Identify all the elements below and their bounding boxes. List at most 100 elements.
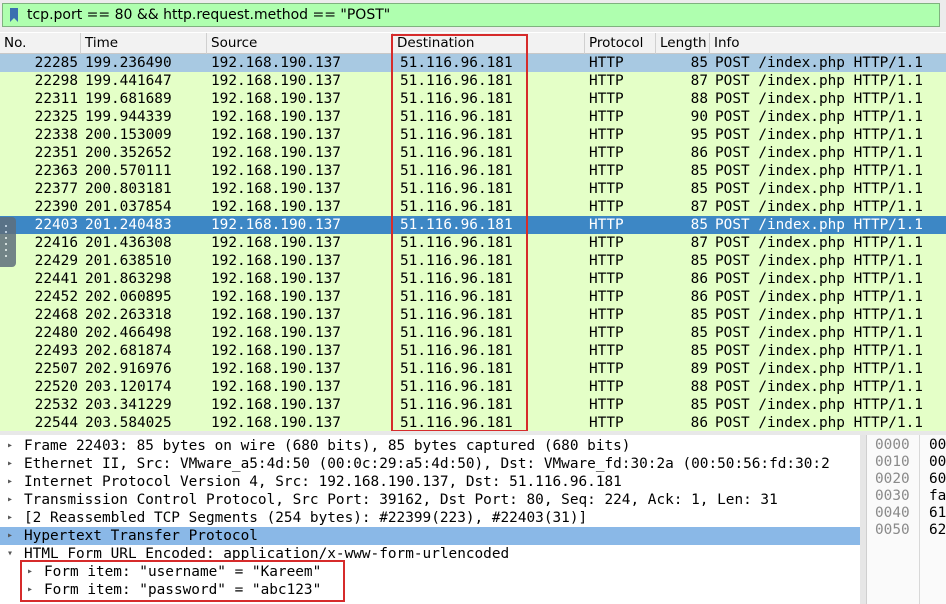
packet-row[interactable]: 22429 201.638510 192.168.190.137 51.116.96.…	[0, 252, 946, 270]
packet-no: 22544	[34, 415, 78, 431]
packet-row[interactable]: 22363 200.570111 192.168.190.137 51.116.96.…	[0, 162, 946, 180]
packet-row[interactable]: 22441 201.863298 192.168.190.137 51.116.96.…	[0, 270, 946, 288]
packet-no: 22325	[34, 109, 78, 125]
packet-info: POST /index.php HTTP/1.1	[715, 379, 923, 395]
packet-row[interactable]: 22544 203.584025 192.168.190.137 51.116.96.…	[0, 414, 946, 431]
column-header-info[interactable]: Info	[710, 33, 946, 54]
packet-length: 90	[690, 109, 708, 125]
frame-scroll-handle[interactable]	[0, 217, 16, 267]
packet-protocol: HTTP	[589, 91, 624, 107]
column-header-protocol[interactable]: Protocol	[585, 33, 656, 54]
packet-destination: 51.116.96.181	[400, 145, 513, 161]
packet-details-pane[interactable]: ▸ Frame 22403: 85 bytes on wire (680 bits…	[0, 435, 860, 604]
hex-bytes[interactable]: 00	[929, 454, 946, 471]
hex-bytes[interactable]: 00	[929, 437, 946, 454]
packet-time: 203.120174	[85, 379, 172, 395]
hex-offset: 0050	[875, 522, 910, 538]
packet-no: 22493	[34, 343, 78, 359]
packet-protocol: HTTP	[589, 217, 624, 233]
packet-row[interactable]: 22351 200.352652 192.168.190.137 51.116.96.…	[0, 144, 946, 162]
packet-time: 200.352652	[85, 145, 172, 161]
column-header-destination[interactable]: Destination	[393, 33, 585, 54]
hex-bytes[interactable]: 60	[929, 471, 946, 488]
packet-source: 192.168.190.137	[211, 127, 341, 143]
packet-destination: 51.116.96.181	[400, 91, 513, 107]
packet-row[interactable]: 22468 202.263318 192.168.190.137 51.116.96.…	[0, 306, 946, 324]
column-header-source[interactable]: Source	[207, 33, 393, 54]
packet-info: POST /index.php HTTP/1.1	[715, 289, 923, 305]
column-header-time[interactable]: Time	[81, 33, 207, 54]
display-filter-input[interactable]: tcp.port == 80 && http.request.method ==…	[2, 3, 940, 27]
packet-destination: 51.116.96.181	[400, 415, 513, 431]
packet-row[interactable]: 22311 199.681689 192.168.190.137 51.116.96.…	[0, 90, 946, 108]
packet-no: 22441	[34, 271, 78, 287]
packet-protocol: HTTP	[589, 325, 624, 341]
expanded-arrow-icon[interactable]: ▾	[7, 545, 17, 563]
packet-row[interactable]: 22532 203.341229 192.168.190.137 51.116.96.…	[0, 396, 946, 414]
packet-info: POST /index.php HTTP/1.1	[715, 109, 923, 125]
detail-tree-item[interactable]: ▸ Form item: "username" = "Kareem"	[0, 563, 860, 581]
collapsed-arrow-icon[interactable]: ▸	[7, 509, 17, 527]
detail-tree-item[interactable]: ▸ Transmission Control Protocol, Src Port…	[0, 491, 860, 509]
packet-protocol: HTTP	[589, 145, 624, 161]
packet-no: 22377	[34, 181, 78, 197]
packet-row[interactable]: 22377 200.803181 192.168.190.137 51.116.96.…	[0, 180, 946, 198]
detail-tree-item[interactable]: ▸ Hypertext Transfer Protocol	[0, 527, 860, 545]
packet-destination: 51.116.96.181	[400, 361, 513, 377]
packet-time: 199.681689	[85, 91, 172, 107]
packet-list[interactable]: No. Time Source Destination Protocol Len…	[0, 33, 946, 431]
packet-row[interactable]: 22493 202.681874 192.168.190.137 51.116.96.…	[0, 342, 946, 360]
packet-time: 200.803181	[85, 181, 172, 197]
packet-time: 201.863298	[85, 271, 172, 287]
detail-tree-item[interactable]: ▸ [2 Reassembled TCP Segments (254 bytes)…	[0, 509, 860, 527]
packet-length: 85	[690, 397, 708, 413]
hex-bytes[interactable]: 62	[929, 522, 946, 539]
packet-info: POST /index.php HTTP/1.1	[715, 181, 923, 197]
packet-row[interactable]: 22325 199.944339 192.168.190.137 51.116.96.…	[0, 108, 946, 126]
detail-tree-item[interactable]: ▾ HTML Form URL Encoded: application/x-ww…	[0, 545, 860, 563]
detail-tree-item[interactable]: ▸ Frame 22403: 85 bytes on wire (680 bits…	[0, 437, 860, 455]
collapsed-arrow-icon[interactable]: ▸	[7, 455, 17, 473]
packet-time: 199.236490	[85, 55, 172, 71]
collapsed-arrow-icon[interactable]: ▸	[7, 473, 17, 491]
packet-no: 22532	[34, 397, 78, 413]
packet-destination: 51.116.96.181	[400, 271, 513, 287]
packet-source: 192.168.190.137	[211, 271, 341, 287]
packet-row[interactable]: 22452 202.060895 192.168.190.137 51.116.96.…	[0, 288, 946, 306]
packet-row[interactable]: 22390 201.037854 192.168.190.137 51.116.96.…	[0, 198, 946, 216]
packet-protocol: HTTP	[589, 109, 624, 125]
packet-row[interactable]: 22338 200.153009 192.168.190.137 51.116.96.…	[0, 126, 946, 144]
packet-protocol: HTTP	[589, 361, 624, 377]
collapsed-arrow-icon[interactable]: ▸	[7, 527, 17, 545]
packet-time: 201.240483	[85, 217, 172, 233]
packet-row[interactable]: 22480 202.466498 192.168.190.137 51.116.96.…	[0, 324, 946, 342]
packet-row[interactable]: 22416 201.436308 192.168.190.137 51.116.96.…	[0, 234, 946, 252]
packet-row[interactable]: 22285 199.236490 192.168.190.137 51.116.96.…	[0, 54, 946, 72]
detail-tree-item[interactable]: ▸ Ethernet II, Src: VMware_a5:4d:50 (00:0…	[0, 455, 860, 473]
collapsed-arrow-icon[interactable]: ▸	[7, 491, 17, 509]
collapsed-arrow-icon[interactable]: ▸	[7, 437, 17, 455]
detail-tree-item[interactable]: ▸ Form item: "password" = "abc123"	[0, 581, 860, 599]
packet-bytes-pane[interactable]: 0000 00 0010 00 0020 60 0030 fa 0040 61 0050 62	[866, 435, 946, 604]
column-header-no[interactable]: No.	[0, 33, 81, 54]
packet-no: 22363	[34, 163, 78, 179]
packet-destination: 51.116.96.181	[400, 181, 513, 197]
bookmark-icon[interactable]	[9, 8, 19, 22]
packet-row[interactable]: 22520 203.120174 192.168.190.137 51.116.96.…	[0, 378, 946, 396]
packet-info: POST /index.php HTTP/1.1	[715, 325, 923, 341]
display-filter-text: tcp.port == 80 && http.request.method ==…	[27, 7, 391, 23]
collapsed-arrow-icon[interactable]: ▸	[27, 563, 37, 581]
column-header-length[interactable]: Length	[656, 33, 710, 54]
packet-row[interactable]: 22507 202.916976 192.168.190.137 51.116.96.…	[0, 360, 946, 378]
packet-length: 85	[690, 163, 708, 179]
hex-bytes[interactable]: fa	[929, 488, 946, 505]
packet-info: POST /index.php HTTP/1.1	[715, 145, 923, 161]
detail-item-text: Internet Protocol Version 4, Src: 192.16…	[24, 474, 622, 490]
packet-row[interactable]: 22403 201.240483 192.168.190.137 51.116.96.…	[0, 216, 946, 234]
packet-row[interactable]: 22298 199.441647 192.168.190.137 51.116.96.…	[0, 72, 946, 90]
packet-no: 22452	[34, 289, 78, 305]
hex-bytes[interactable]: 61	[929, 505, 946, 522]
collapsed-arrow-icon[interactable]: ▸	[27, 581, 37, 599]
detail-tree-item[interactable]: ▸ Internet Protocol Version 4, Src: 192.1…	[0, 473, 860, 491]
packet-length: 87	[690, 235, 708, 251]
